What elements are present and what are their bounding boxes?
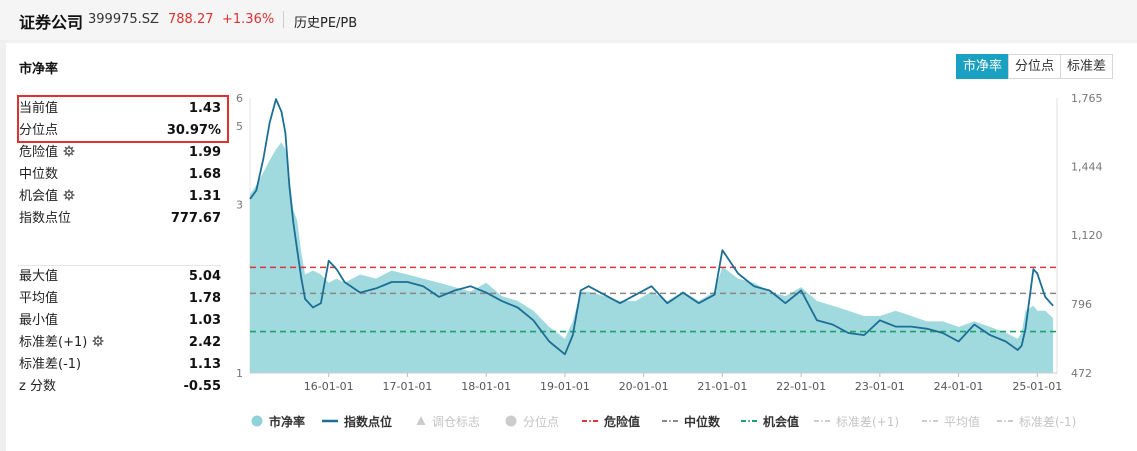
- legend-label: 平均值: [944, 415, 981, 429]
- header-bar: 证券公司 399975.SZ 788.27 +1.36% 历史PE/PB: [0, 0, 1137, 40]
- page-title[interactable]: 历史PE/PB: [294, 12, 357, 31]
- legend-marker-icon: [416, 414, 426, 432]
- x-tick-label: 16-01-01: [304, 380, 354, 393]
- left-tick-label: 5: [236, 120, 243, 133]
- legend-marker-icon: [997, 414, 1013, 432]
- right-tick-label: 796: [1071, 298, 1092, 311]
- right-tick-label: 1,765: [1071, 92, 1103, 105]
- index-code: 399975.SZ: [88, 12, 159, 27]
- legend-item[interactable]: 标准差(-1): [997, 413, 1076, 431]
- right-tick-label: 472: [1071, 367, 1092, 380]
- legend-item[interactable]: 调仓标志: [416, 413, 480, 431]
- header-divider: [283, 11, 284, 28]
- left-tick-label: 1: [236, 367, 243, 380]
- right-tick-label: 1,444: [1071, 160, 1103, 173]
- legend-label: 调仓标志: [432, 415, 481, 429]
- pb-chart: 6 5 3 1 1,765 1,444 1,120 796 472 16-01-01 17-01-0…: [236, 92, 1103, 393]
- x-tick-label: 19-01-01: [540, 380, 590, 393]
- legend-item[interactable]: 平均值: [922, 413, 980, 431]
- index-name: 证券公司: [19, 13, 84, 32]
- legend-label: 标准差(-1): [1019, 415, 1077, 429]
- index-price: 788.27: [168, 12, 214, 27]
- x-tick-label: 23-01-01: [855, 380, 905, 393]
- x-tick-label: 22-01-01: [776, 380, 826, 393]
- legend-label: 中位数: [684, 415, 721, 429]
- legend-marker-icon: [582, 414, 598, 432]
- legend-label: 危险值: [604, 415, 641, 429]
- legend-label: 分位点: [523, 415, 560, 429]
- legend-item[interactable]: 机会值: [741, 413, 799, 431]
- index-change: +1.36%: [222, 12, 275, 27]
- legend-item[interactable]: 市净率: [251, 413, 305, 431]
- left-tick-label: 3: [236, 198, 243, 211]
- legend-marker-icon: [505, 414, 517, 432]
- left-tick-label: 6: [236, 92, 243, 105]
- x-tick-label: 24-01-01: [934, 380, 984, 393]
- legend-label: 市净率: [269, 415, 306, 429]
- x-tick-label: 21-01-01: [697, 380, 747, 393]
- legend-marker-icon: [662, 414, 678, 432]
- pb-area: [250, 142, 1054, 373]
- legend-item[interactable]: 指数点位: [322, 413, 392, 431]
- legend-marker-icon: [251, 414, 263, 432]
- legend-marker-icon: [814, 414, 830, 432]
- chart-panel: 市净率 市净率 分位点 标准差 当前值 1.43 分位点 30.97% 危险值 1.99 中…: [6, 43, 1137, 451]
- legend-item[interactable]: 中位数: [662, 413, 720, 431]
- legend-item[interactable]: 危险值: [582, 413, 640, 431]
- x-tick-label: 25-01-01: [1012, 380, 1062, 393]
- legend-marker-icon: [741, 414, 757, 432]
- right-tick-label: 1,120: [1071, 229, 1103, 242]
- legend-label: 指数点位: [344, 415, 393, 429]
- x-tick-label: 18-01-01: [461, 380, 511, 393]
- legend-marker-icon: [322, 414, 338, 432]
- legend-marker-icon: [922, 414, 938, 432]
- legend-label: 机会值: [763, 415, 800, 429]
- x-tick-label: 17-01-01: [382, 380, 432, 393]
- legend-item[interactable]: 分位点: [505, 413, 559, 431]
- x-tick-label: 20-01-01: [619, 380, 669, 393]
- legend-label: 标准差(+1): [836, 415, 900, 429]
- legend-item[interactable]: 标准差(+1): [814, 413, 899, 431]
